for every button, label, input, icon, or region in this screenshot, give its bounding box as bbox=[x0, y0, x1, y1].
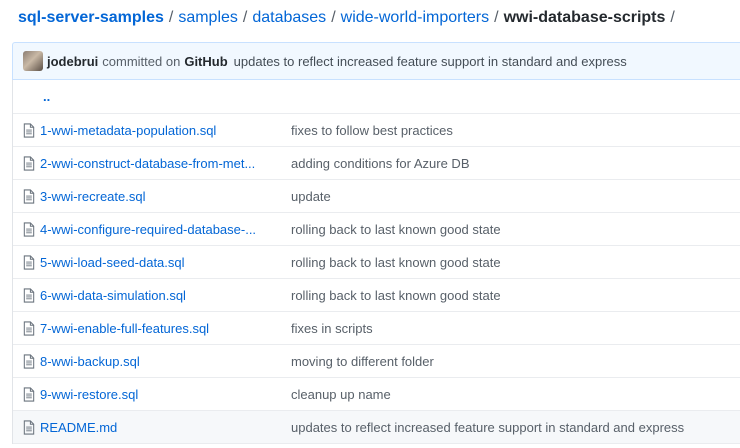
file-icon bbox=[23, 254, 35, 270]
file-commit-message-link[interactable]: moving to different folder bbox=[291, 354, 434, 369]
file-icon bbox=[23, 320, 35, 336]
file-row: 4-wwi-configure-required-database-... ro… bbox=[13, 213, 740, 246]
file-icon bbox=[23, 221, 35, 237]
breadcrumb-repo-link[interactable]: sql-server-samples bbox=[18, 9, 164, 26]
file-commit-message-link[interactable]: updates to reflect increased feature sup… bbox=[291, 420, 684, 435]
breadcrumb-separator: / bbox=[494, 9, 499, 26]
file-list: .. 1-wwi-metadata-population.sql fixes t… bbox=[12, 80, 740, 444]
file-name-link[interactable]: 4-wwi-configure-required-database-... bbox=[40, 222, 279, 237]
commit-author-link[interactable]: jodebrui bbox=[47, 54, 98, 69]
file-commit-message-link[interactable]: cleanup up name bbox=[291, 387, 391, 402]
file-commit-message-link[interactable]: rolling back to last known good state bbox=[291, 222, 501, 237]
file-commit-message-link[interactable]: rolling back to last known good state bbox=[291, 288, 501, 303]
commit-platform: GitHub bbox=[184, 53, 228, 69]
file-row: 3-wwi-recreate.sql update bbox=[13, 180, 740, 213]
file-icon bbox=[23, 386, 35, 402]
file-name-link[interactable]: 8-wwi-backup.sql bbox=[40, 354, 279, 369]
parent-directory-row: .. bbox=[13, 80, 740, 114]
file-commit-message-link[interactable]: adding conditions for Azure DB bbox=[291, 156, 470, 171]
file-icon bbox=[23, 419, 35, 435]
commit-action-text: committed on bbox=[102, 53, 181, 69]
breadcrumb-separator: / bbox=[331, 9, 336, 26]
file-name-link[interactable]: 9-wwi-restore.sql bbox=[40, 387, 279, 402]
file-name-link[interactable]: 3-wwi-recreate.sql bbox=[40, 189, 279, 204]
file-row: 5-wwi-load-seed-data.sql rolling back to… bbox=[13, 246, 740, 279]
latest-commit-bar: jodebrui committed on GitHub updates to … bbox=[12, 42, 740, 80]
file-icon bbox=[23, 287, 35, 303]
file-commit-message-link[interactable]: fixes in scripts bbox=[291, 321, 373, 336]
breadcrumb-separator: / bbox=[670, 9, 675, 26]
file-name-link[interactable]: README.md bbox=[40, 420, 279, 435]
file-name-link[interactable]: 1-wwi-metadata-population.sql bbox=[40, 123, 279, 138]
breadcrumb-separator: / bbox=[242, 9, 248, 26]
file-icon bbox=[23, 122, 35, 138]
avatar[interactable] bbox=[23, 51, 43, 71]
file-icon bbox=[23, 353, 35, 369]
breadcrumb-link-databases[interactable]: databases bbox=[252, 9, 326, 26]
file-icon bbox=[23, 155, 35, 171]
file-row: 7-wwi-enable-full-features.sql fixes in … bbox=[13, 312, 740, 345]
file-commit-message-link[interactable]: update bbox=[291, 189, 331, 204]
file-row: 1-wwi-metadata-population.sql fixes to f… bbox=[13, 114, 740, 147]
breadcrumb-link-wide-world-importers[interactable]: wide-world-importers bbox=[341, 9, 489, 26]
breadcrumb-separator: / bbox=[168, 9, 174, 26]
file-name-link[interactable]: 6-wwi-data-simulation.sql bbox=[40, 288, 279, 303]
breadcrumb-current: wwi-database-scripts bbox=[503, 9, 666, 26]
parent-directory-link[interactable]: .. bbox=[43, 89, 50, 104]
file-row: 6-wwi-data-simulation.sql rolling back t… bbox=[13, 279, 740, 312]
file-row: README.md updates to reflect increased f… bbox=[13, 411, 740, 444]
file-row: 8-wwi-backup.sql moving to different fol… bbox=[13, 345, 740, 378]
file-name-link[interactable]: 5-wwi-load-seed-data.sql bbox=[40, 255, 279, 270]
file-commit-message-link[interactable]: rolling back to last known good state bbox=[291, 255, 501, 270]
commit-message-link[interactable]: updates to reflect increased feature sup… bbox=[234, 54, 627, 69]
breadcrumb: sql-server-samples / samples / databases / wid… bbox=[18, 8, 675, 28]
file-commit-message-link[interactable]: fixes to follow best practices bbox=[291, 123, 453, 138]
file-name-link[interactable]: 7-wwi-enable-full-features.sql bbox=[40, 321, 279, 336]
file-icon bbox=[23, 188, 35, 204]
file-name-link[interactable]: 2-wwi-construct-database-from-met... bbox=[40, 156, 279, 171]
file-row: 9-wwi-restore.sql cleanup up name bbox=[13, 378, 740, 411]
breadcrumb-link-samples[interactable]: samples bbox=[178, 9, 238, 26]
file-row: 2-wwi-construct-database-from-met... add… bbox=[13, 147, 740, 180]
